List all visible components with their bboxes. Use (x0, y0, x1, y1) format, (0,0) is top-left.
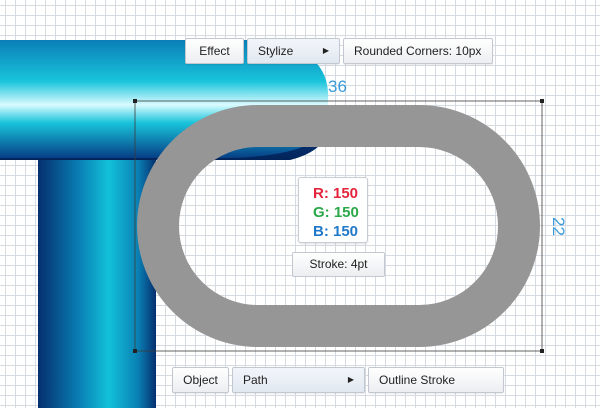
stroke-weight-label: Stroke: 4pt (309, 257, 368, 271)
blue-value: B: 150 (313, 223, 359, 240)
effect-menu-label: Effect (199, 44, 230, 58)
triangle-right-icon: ▶ (347, 375, 354, 384)
selection-handle[interactable] (133, 99, 137, 103)
outline-stroke-label: Outline Stroke (379, 373, 456, 387)
path-menu-label: Path (243, 373, 268, 387)
effect-menu-path: Effect Stylize ▶ Rounded Corners: 10px (185, 38, 493, 64)
selection-handle[interactable] (540, 99, 544, 103)
object-menu-button[interactable]: Object (172, 367, 229, 393)
object-menu-label: Object (183, 373, 218, 387)
selection-handle[interactable] (540, 349, 544, 353)
object-menu-path: Object Path ▶ Outline Stroke (172, 367, 504, 393)
rounded-corners-menu-item[interactable]: Rounded Corners: 10px (343, 38, 493, 64)
green-value: G: 150 (313, 204, 359, 221)
red-value: R: 150 (313, 185, 359, 202)
stylize-menu-label: Stylize (258, 44, 294, 58)
triangle-right-icon: ▶ (322, 46, 329, 55)
stroke-weight-button[interactable]: Stroke: 4pt (292, 252, 385, 277)
color-values-panel: R: 150 G: 150 B: 150 (298, 177, 368, 243)
path-menu-item[interactable]: Path ▶ (232, 367, 365, 393)
selection-handle[interactable] (133, 349, 137, 353)
outline-stroke-menu-item[interactable]: Outline Stroke (368, 367, 504, 393)
effect-menu-button[interactable]: Effect (185, 38, 244, 64)
rounded-corners-label: Rounded Corners: 10px (354, 44, 482, 58)
mushroom-stem (38, 148, 156, 408)
width-dimension-label: 36 (328, 77, 347, 96)
stylize-menu-item[interactable]: Stylize ▶ (247, 38, 340, 64)
height-dimension-label: 22 (549, 217, 568, 236)
